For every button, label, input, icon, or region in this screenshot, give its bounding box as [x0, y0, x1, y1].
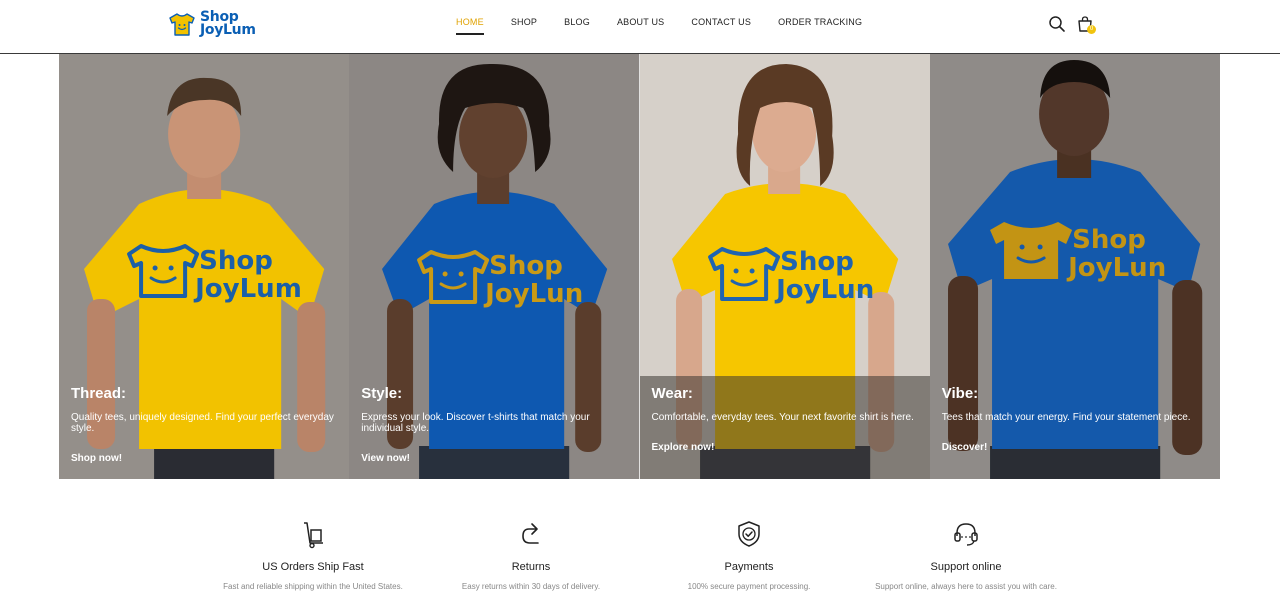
nav-contact-us[interactable]: CONTACT US	[691, 17, 751, 35]
shirt-print-line2: JoyLun	[483, 279, 583, 309]
hero-panel-wear[interactable]: Shop JoyLun Wear: Comfortable, everyday …	[639, 54, 930, 479]
feature-support: Support online Support online, always he…	[851, 519, 1081, 591]
view-now-link[interactable]: View now!	[361, 453, 410, 464]
panel-caption: Thread: Quality tees, uniquely designed.…	[71, 385, 337, 466]
panel-title: Thread:	[71, 385, 127, 402]
feature-title: Support online	[930, 561, 1002, 573]
brand-name-line2: JoyLum	[200, 22, 256, 38]
feature-returns: Returns Easy returns within 30 days of d…	[416, 519, 646, 591]
hand-truck-icon	[304, 522, 323, 549]
nav-blog[interactable]: BLOG	[564, 17, 590, 35]
panel-caption: Style: Express your look. Discover t-shi…	[361, 385, 627, 466]
main-nav: HOME SHOP BLOG ABOUT US CONTACT US ORDER…	[456, 17, 889, 35]
feature-text: Support online, always here to assist yo…	[875, 582, 1057, 591]
panel-text: Comfortable, everyday tees. Your next fa…	[651, 412, 914, 423]
shirt-print-line1: Shop	[199, 246, 273, 276]
hero-panel-vibe[interactable]: Shop JoyLun Vibe: Tees that match your e…	[929, 54, 1220, 479]
return-arrow-icon	[522, 523, 539, 544]
nav-home[interactable]: HOME	[456, 17, 484, 35]
brand-logo[interactable]: Shop JoyLum	[168, 10, 256, 38]
feature-payments: Payments 100% secure payment processing.	[634, 519, 864, 591]
panel-text: Express your look. Discover t-shirts tha…	[361, 412, 590, 434]
discover-link[interactable]: Discover!	[942, 442, 988, 453]
shield-check-icon	[738, 521, 760, 547]
nav-order-tracking[interactable]: ORDER TRACKING	[778, 17, 862, 35]
feature-title: Returns	[511, 561, 551, 573]
search-icon[interactable]	[1048, 15, 1066, 33]
feature-text: Fast and reliable shipping within the Un…	[223, 582, 403, 591]
shirt-print-line2: JoyLun	[774, 275, 874, 305]
features-row: US Orders Ship Fast Fast and reliable sh…	[0, 479, 1280, 609]
panel-title: Vibe:	[941, 385, 979, 402]
hero-panels: Shop JoyLum Thread: Quality tees, unique…	[59, 54, 1220, 479]
panel-title: Style:	[361, 385, 403, 402]
shirt-print-line1: Shop	[1072, 225, 1146, 255]
shirt-print-line2: JoyLun	[1066, 253, 1166, 283]
hero-panel-thread[interactable]: Shop JoyLum Thread: Quality tees, unique…	[59, 54, 350, 479]
shirt-print-line1: Shop	[489, 251, 563, 281]
shirt-print-line2: JoyLum	[193, 274, 302, 304]
panel-caption: Vibe: Tees that match your energy. Find …	[942, 385, 1208, 455]
panel-text: Quality tees, uniquely designed. Find yo…	[71, 412, 334, 434]
nav-about-us[interactable]: ABOUT US	[617, 17, 664, 35]
site-header: Shop JoyLum HOME SHOP BLOG ABOUT US CONT…	[0, 0, 1280, 54]
headset-icon	[954, 523, 978, 546]
tshirt-logo-icon	[169, 13, 195, 36]
feature-title: US Orders Ship Fast	[262, 561, 364, 573]
feature-title: Payments	[724, 561, 774, 573]
cart-count-badge: 0	[1087, 25, 1096, 34]
brand-name: Shop JoyLum	[200, 10, 256, 38]
feature-text: 100% secure payment processing.	[687, 582, 811, 591]
panel-caption: Wear: Comfortable, everyday tees. Your n…	[652, 385, 918, 455]
shirt-print-line1: Shop	[780, 247, 854, 277]
panel-text: Tees that match your energy. Find your s…	[941, 412, 1191, 423]
shop-now-link[interactable]: Shop now!	[71, 453, 122, 464]
hero-panel-style[interactable]: Shop JoyLun Style: Express your look. Di…	[349, 54, 640, 479]
explore-now-link[interactable]: Explore now!	[652, 442, 715, 453]
feature-shipping: US Orders Ship Fast Fast and reliable sh…	[198, 519, 428, 591]
feature-text: Easy returns within 30 days of delivery.	[461, 582, 601, 591]
nav-shop[interactable]: SHOP	[511, 17, 537, 35]
panel-title: Wear:	[651, 385, 693, 402]
